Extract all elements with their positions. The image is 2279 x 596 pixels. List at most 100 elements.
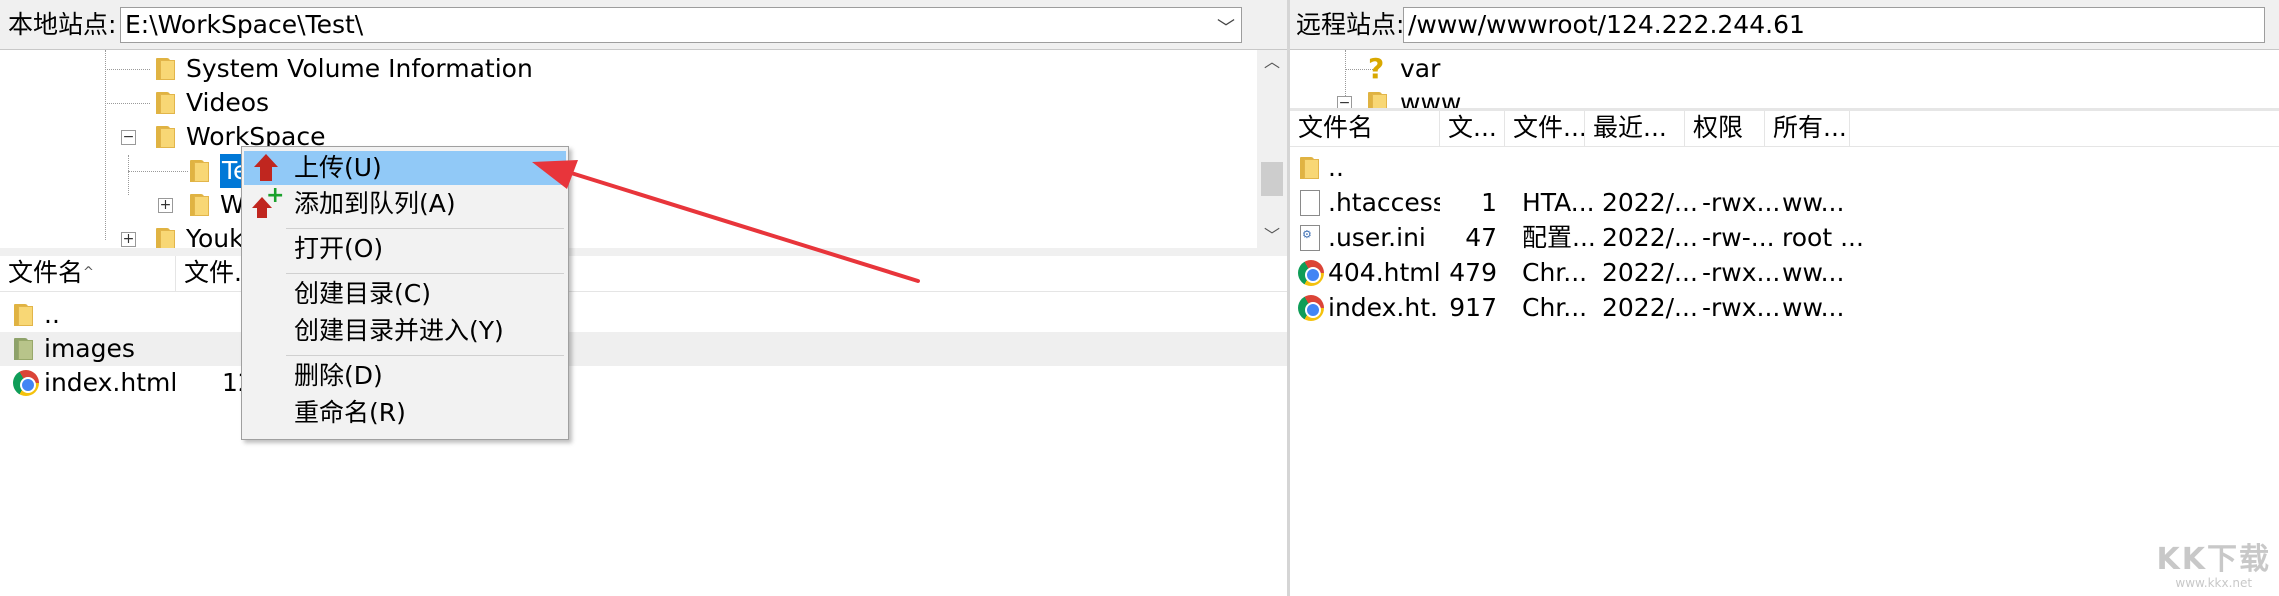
file-size: 479 — [1449, 258, 1497, 287]
pane-splitter[interactable] — [0, 248, 1287, 256]
column-modified[interactable]: 最近... — [1585, 111, 1685, 147]
folder-icon — [14, 338, 34, 360]
local-file-list-header: 文件名^ 文件... — [0, 256, 1287, 292]
file-modified: 2022/... — [1602, 188, 1698, 217]
scroll-down-icon[interactable]: ﹀ — [1257, 224, 1287, 248]
menu-separator — [286, 228, 564, 229]
list-item[interactable]: index.ht... 917 Chr... 2022/... -rwx... … — [1290, 291, 2279, 325]
local-directory-tree: System Volume Information Videos − WorkS… — [0, 50, 1287, 248]
menu-item-delete[interactable]: 删除(D) — [244, 359, 566, 393]
list-item[interactable]: .. — [1290, 151, 2279, 185]
chrome-icon — [13, 370, 39, 396]
file-modified: 2022/... — [1602, 223, 1698, 252]
tree-item-label: var — [1400, 54, 1441, 83]
context-menu: 上传(U) + 添加到队列(A) 打开(O) 创建目录(C) 创建目录并进入(Y… — [241, 146, 569, 440]
tree-item-var[interactable]: ? var — [1290, 52, 2250, 86]
file-permissions: -rwx... — [1702, 258, 1781, 287]
remote-file-list-header: 文件名 文... 文件... 最近... 权限 所有... — [1290, 111, 2279, 147]
watermark-url: www.kkx.net — [2175, 576, 2253, 590]
expand-icon[interactable]: + — [121, 232, 136, 247]
local-path-value: E:\WorkSpace\Test\ — [125, 10, 364, 39]
watermark: KK下载 www.kkx.net — [2156, 542, 2272, 591]
menu-item-create-directory-and-enter[interactable]: 创建目录并进入(Y) — [244, 314, 566, 348]
menu-item-create-directory[interactable]: 创建目录(C) — [244, 277, 566, 311]
remote-site-label: 远程站点: — [1296, 10, 1405, 39]
unknown-folder-icon: ? — [1368, 52, 1385, 85]
file-type: 配置... — [1522, 223, 1596, 252]
column-filesize[interactable]: 文... — [1440, 111, 1505, 147]
file-modified: 2022/... — [1602, 293, 1698, 322]
menu-item-open[interactable]: 打开(O) — [244, 232, 566, 266]
tree-item-label: Videos — [186, 88, 270, 117]
local-site-label: 本地站点: — [8, 10, 117, 39]
column-filesize[interactable]: 文件... — [176, 256, 246, 292]
local-site-bar: 本地站点: E:\WorkSpace\Test\ ﹀ — [0, 0, 1287, 50]
menu-separator — [286, 355, 564, 356]
file-owner: ww... — [1782, 188, 1845, 217]
tree-item-label: www — [1400, 88, 1462, 108]
file-name: .user.ini — [1328, 223, 1426, 252]
tree-item-label: Youk — [186, 224, 244, 248]
column-owner[interactable]: 所有... — [1765, 111, 1850, 147]
collapse-icon[interactable]: − — [121, 130, 136, 145]
file-permissions: -rw-... — [1702, 223, 1775, 252]
tree-guide-line — [105, 69, 150, 70]
file-size: 1 — [1481, 188, 1497, 217]
list-item[interactable]: index.html 12 — [0, 366, 1287, 400]
list-item[interactable]: images — [0, 332, 1287, 366]
remote-path-input[interactable]: /www/wwwroot/124.222.244.61 — [1403, 7, 2265, 43]
chevron-down-icon[interactable]: ﹀ — [1217, 12, 1235, 42]
file-name: .. — [44, 300, 60, 329]
list-item[interactable]: .htaccess 1 HTA... 2022/... -rwx... ww..… — [1290, 186, 2279, 220]
tree-item-videos[interactable]: Videos — [0, 86, 1240, 120]
menu-item-rename[interactable]: 重命名(R) — [244, 396, 566, 430]
file-owner: ww... — [1782, 258, 1845, 287]
file-size: 47 — [1465, 223, 1497, 252]
tree-item-workspace[interactable]: − WorkSpace — [0, 120, 1240, 154]
file-owner: ww... — [1782, 293, 1845, 322]
file-type: Chr... — [1522, 258, 1588, 287]
tree-item-youk[interactable]: + Youk — [0, 222, 1240, 248]
local-site-pane: 本地站点: E:\WorkSpace\Test\ ﹀ System Volume… — [0, 0, 1287, 596]
remote-path-value: /www/wwwroot/124.222.244.61 — [1408, 10, 1805, 39]
folder-icon — [190, 160, 210, 182]
collapse-icon[interactable]: − — [1337, 96, 1352, 108]
tree-item-www[interactable]: − www — [1290, 86, 2250, 108]
folder-icon — [156, 92, 176, 114]
tree-item-w[interactable]: + W — [0, 188, 1240, 222]
tree-guide-line — [105, 103, 150, 104]
add-to-queue-icon: + — [252, 185, 284, 219]
list-item[interactable]: 404.html 479 Chr... 2022/... -rwx... ww.… — [1290, 256, 2279, 290]
tree-item-system-volume[interactable]: System Volume Information — [0, 52, 1240, 86]
file-name: .htaccess — [1328, 188, 1440, 217]
remote-site-bar: 远程站点: /www/wwwroot/124.222.244.61 — [1290, 0, 2279, 50]
tree-item-label: System Volume Information — [186, 54, 533, 83]
list-item[interactable]: .. — [0, 298, 1287, 332]
tree-guide-line — [128, 171, 188, 172]
tree-item-test[interactable]: Te — [0, 154, 1240, 188]
local-path-input[interactable]: E:\WorkSpace\Test\ ﹀ — [120, 7, 1242, 43]
expand-icon[interactable]: + — [158, 198, 173, 213]
file-name: .. — [1328, 153, 1344, 182]
menu-separator — [286, 273, 564, 274]
column-filename[interactable]: 文件名^ — [0, 256, 176, 292]
folder-icon — [1368, 92, 1388, 108]
folder-icon — [156, 228, 176, 248]
file-owner: root ... — [1782, 223, 1864, 252]
menu-item-add-to-queue[interactable]: + 添加到队列(A) — [244, 185, 566, 221]
watermark-logo: KK下载 — [2156, 542, 2271, 577]
remote-site-pane: 远程站点: /www/wwwroot/124.222.244.61 ? var … — [1290, 0, 2279, 596]
menu-item-upload[interactable]: 上传(U) — [244, 151, 566, 185]
file-permissions: -rwx... — [1702, 188, 1781, 217]
scroll-up-icon[interactable]: ︿ — [1257, 50, 1287, 74]
column-permissions[interactable]: 权限 — [1685, 111, 1765, 147]
scrollbar-thumb[interactable] — [1261, 162, 1283, 196]
file-icon — [1300, 190, 1320, 216]
file-name: index.ht... — [1328, 293, 1440, 322]
column-filename[interactable]: 文件名 — [1290, 111, 1440, 147]
folder-icon — [1300, 157, 1320, 179]
column-filetype[interactable]: 文件... — [1505, 111, 1585, 147]
tree-scrollbar[interactable]: ︿ ﹀ — [1257, 50, 1287, 248]
list-item[interactable]: .user.ini 47 配置... 2022/... -rw-... root… — [1290, 218, 2279, 255]
file-name: index.html — [44, 368, 178, 397]
